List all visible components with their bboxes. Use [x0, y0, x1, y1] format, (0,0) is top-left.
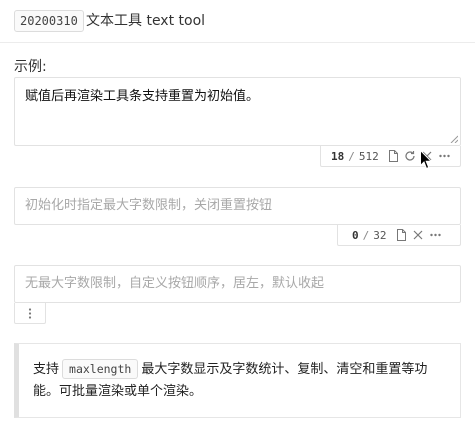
char-count-max: 512 [358, 149, 379, 163]
unlimited-input-placeholder: 无最大字数限制，自定义按钮顺序，居左，默认收起 [25, 276, 325, 291]
char-count-separator: / [348, 149, 355, 163]
unlimited-input[interactable]: 无最大字数限制，自定义按钮顺序，居左，默认收起 [14, 265, 461, 303]
char-count-current: 0 [352, 228, 359, 242]
copy-icon[interactable] [394, 228, 409, 243]
info-notice: 支持 maxlength 最大字数显示及字数统计、复制、清空和重置等功能。可批量渲染… [14, 343, 461, 418]
textarea-value: 赋值后再渲染工具条支持重置为初始值。 [25, 89, 260, 104]
example-label: 示例: [14, 59, 47, 75]
limited-input-toolbar: 0 / 32 [337, 225, 461, 246]
textarea-toolbar: 18 / 512 [320, 146, 461, 167]
limited-input[interactable]: 初始化时指定最大字数限制，关闭重置按钮 [14, 187, 461, 225]
resize-handle-icon[interactable] [450, 135, 458, 143]
page-title: 文本工具 text tool [86, 13, 206, 29]
char-count-current: 18 [331, 149, 345, 163]
limited-input-placeholder: 初始化时指定最大字数限制，关闭重置按钮 [25, 198, 273, 213]
mouse-cursor-icon [420, 150, 432, 170]
copy-icon[interactable] [386, 149, 401, 164]
reset-icon[interactable] [403, 149, 418, 164]
more-vertical-icon[interactable] [23, 306, 38, 321]
char-count-separator: / [362, 228, 370, 242]
example-textarea[interactable]: 赋值后再渲染工具条支持重置为初始值。 [14, 77, 461, 146]
collapsed-toolbar [14, 303, 46, 324]
more-icon[interactable] [437, 149, 452, 164]
page-header: 20200310 文本工具 text tool [0, 0, 475, 43]
clear-icon[interactable] [411, 228, 426, 243]
code-tag: maxlength [62, 359, 139, 379]
notice-prefix: 支持 [33, 362, 60, 377]
char-count-max: 32 [373, 228, 387, 242]
more-icon[interactable] [428, 228, 443, 243]
version-tag: 20200310 [14, 10, 84, 32]
